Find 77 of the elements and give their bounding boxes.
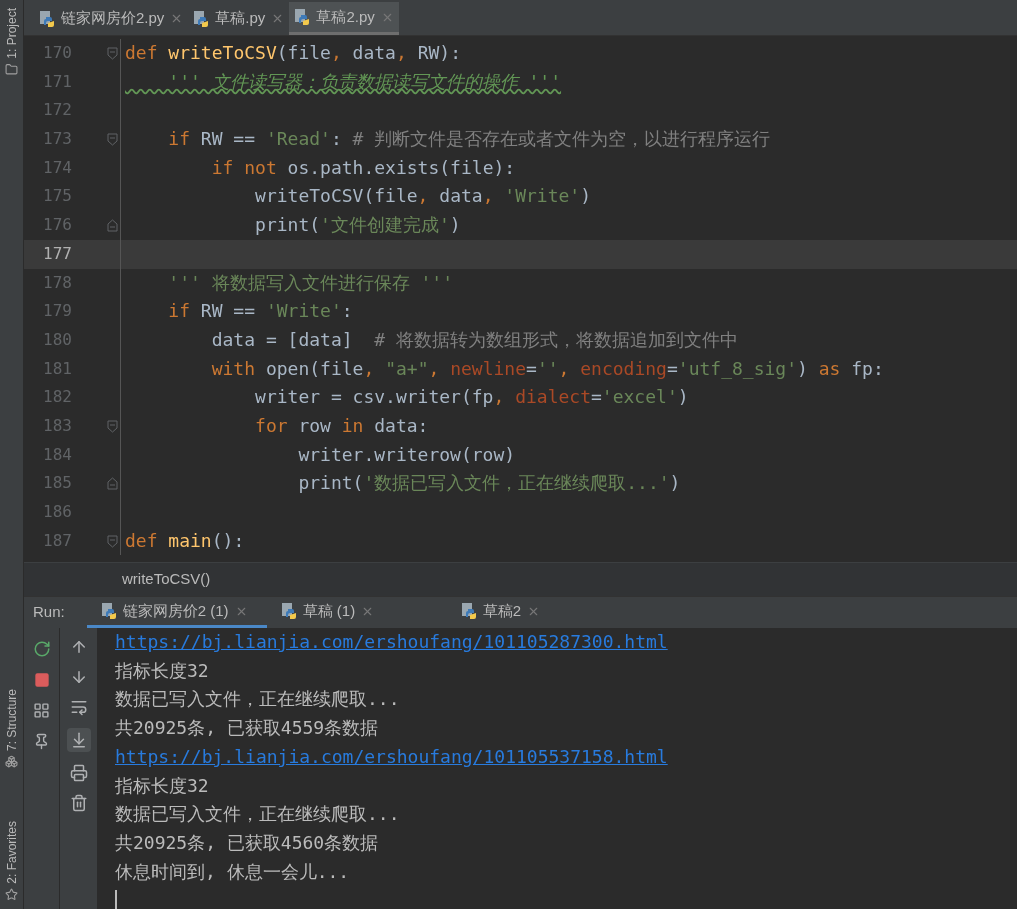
code-line: ''' 文件读写器：负责数据读写文件的操作 ''' — [167, 70, 562, 92]
console-line: 共20925条, 已获取4559条数据 — [115, 717, 379, 739]
code-line: writeToCSV(file, data, 'Write') — [254, 185, 592, 207]
folder-icon — [5, 62, 18, 76]
code-line: writer.writerow(row) — [297, 443, 516, 465]
python-file-icon — [100, 602, 117, 620]
fold-marker-icon[interactable] — [107, 477, 118, 491]
code-line: if RW == 'Read': # 判断文件是否存在或者文件为空，以进行程序运行 — [167, 128, 771, 150]
code-line: def writeToCSV(file, data, RW): — [125, 42, 461, 63]
editor-tab[interactable]: 链家网房价2.py — [34, 2, 189, 35]
code-line: for row in data: — [254, 414, 429, 436]
console-line: 数据已写入文件，正在继续爬取... — [115, 688, 400, 710]
python-file-icon — [193, 9, 210, 28]
tool-window-tab[interactable]: 1: Project — [2, 8, 21, 59]
console-line: 指标长度32 — [115, 659, 209, 681]
run-tab[interactable]: 草稿 (1) — [266, 597, 447, 628]
editor-tab[interactable]: 草稿2.py — [289, 2, 399, 35]
soft-wrap-icon[interactable] — [69, 698, 88, 716]
line-number: 174 — [42, 156, 72, 179]
code-line: with open(file, "a+", newline='', encoding='utf_8_sig') as fp: — [210, 357, 884, 379]
line-number: 178 — [42, 271, 72, 294]
line-number: 183 — [42, 414, 72, 437]
rerun-icon[interactable] — [32, 640, 51, 658]
code-line: if RW == 'Write': — [167, 300, 353, 322]
line-number: 187 — [42, 529, 72, 552]
fold-marker-icon[interactable] — [107, 419, 118, 433]
text-caret — [115, 889, 117, 909]
line-number: 170 — [42, 42, 72, 64]
print-icon[interactable] — [69, 764, 88, 782]
pin-icon[interactable] — [33, 733, 50, 750]
line-number: 171 — [42, 70, 72, 93]
code-line: ''' 将数据写入文件进行保存 ''' — [167, 271, 454, 293]
run-tab[interactable]: 草稿2 — [446, 597, 627, 628]
fold-marker-icon[interactable] — [107, 218, 118, 232]
star-icon — [5, 888, 18, 901]
python-file-icon — [280, 602, 297, 620]
breadcrumb[interactable]: writeToCSV() — [122, 568, 211, 591]
code-line: if not os.path.exists(file): — [210, 156, 516, 178]
tool-window-tab[interactable]: 2: Favorites — [2, 821, 21, 884]
structure-icon — [5, 755, 18, 768]
fold-marker-icon[interactable] — [107, 132, 118, 146]
console-line: 数据已写入文件，正在继续爬取... — [115, 803, 400, 825]
line-number: 173 — [42, 128, 72, 151]
python-file-icon — [39, 9, 55, 28]
line-number: 186 — [42, 501, 72, 523]
code-line: def main(): — [125, 529, 245, 551]
layout-icon[interactable] — [33, 702, 50, 719]
fold-marker-icon[interactable] — [107, 46, 118, 60]
run-tab[interactable]: 链家网房价2 (1) — [86, 597, 267, 628]
scroll-to-end-icon[interactable] — [66, 728, 91, 752]
line-number: 175 — [42, 185, 72, 208]
line-number: 177 — [42, 242, 72, 265]
console-link[interactable]: https://bj.lianjia.com/ershoufang/101105287300.html — [115, 631, 668, 652]
line-number: 184 — [42, 443, 72, 466]
console-line: 指标长度32 — [115, 774, 209, 796]
python-file-icon — [460, 602, 477, 620]
code-line: print('数据已写入文件，正在继续爬取...') — [297, 472, 681, 494]
python-file-icon — [294, 8, 311, 26]
console-link[interactable]: https://bj.lianjia.com/ershoufang/101105537158.html — [115, 745, 668, 767]
code-line: writer = csv.writer(fp, dialect='excel') — [254, 386, 689, 408]
line-number: 185 — [42, 472, 72, 495]
line-number: 179 — [42, 300, 72, 323]
line-number: 176 — [42, 214, 72, 237]
code-line: print('文件创建完成') — [254, 214, 461, 236]
tool-window-tab[interactable]: 7: Structure — [2, 689, 21, 751]
stop-icon[interactable] — [33, 672, 50, 688]
line-number: 181 — [42, 357, 72, 380]
line-number: 182 — [42, 386, 72, 409]
run-label: Run: — [32, 602, 66, 623]
line-number: 172 — [42, 99, 72, 122]
console-line: 共20925条, 已获取4560条数据 — [115, 831, 379, 853]
fold-marker-icon[interactable] — [107, 534, 118, 548]
trash-icon[interactable] — [69, 794, 88, 812]
console-line: 休息时间到, 休息一会儿... — [115, 860, 350, 882]
editor-tab[interactable]: 草稿.py — [188, 2, 290, 35]
line-number: 180 — [42, 328, 72, 351]
code-line: data = [data] # 将数据转为数组形式，将数据追加到文件中 — [210, 328, 738, 350]
